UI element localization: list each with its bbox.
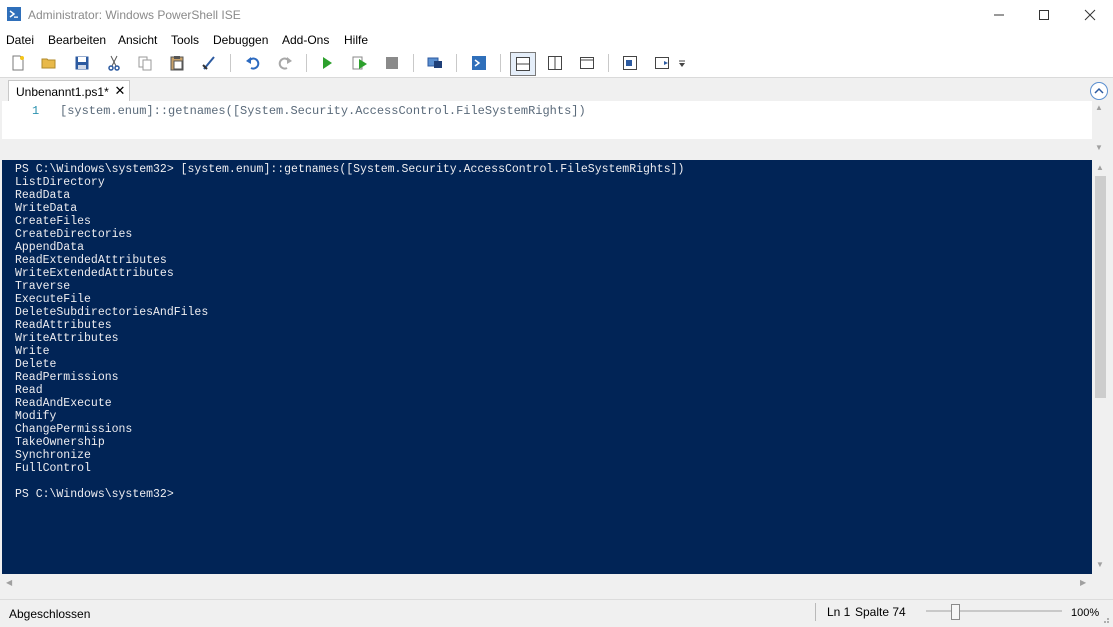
copy-icon [138,56,152,71]
status-separator [815,603,816,621]
menu-bar: Datei Bearbeiten Ansicht Tools Debuggen … [0,30,1113,49]
show-script-right-icon [548,56,562,70]
remote-powershell-button[interactable] [424,52,446,74]
show-script-right-button[interactable] [544,52,566,74]
tab-unbenannt1[interactable]: Unbenannt1.ps1* ✕ [8,80,130,102]
cut-icon [108,55,120,71]
paste-button[interactable] [166,52,188,74]
editor-scrollbar[interactable]: ▲ ▼ [1092,101,1106,155]
script-code-line[interactable]: [system.enum]::getnames([System.Security… [60,104,586,118]
copy-button[interactable] [134,52,156,74]
chevron-up-icon [1094,87,1104,94]
collapse-script-pane-button[interactable] [1090,82,1108,100]
zoom-level: 100% [1071,607,1100,619]
show-command-window-icon [623,56,637,70]
toolbar-separator [306,54,307,72]
toolbar [0,49,1113,78]
overflow-chevron-icon [679,60,685,67]
toolbar-separator [456,54,457,72]
scroll-down-icon[interactable]: ▼ [1096,560,1104,569]
minimize-button[interactable] [976,0,1022,30]
close-button[interactable] [1067,0,1113,30]
paste-icon [170,56,184,71]
minimize-icon [994,14,1004,16]
show-script-top-icon [516,57,530,71]
status-bar: Abgeschlossen Ln 1 Spalte 74 100% [0,599,1113,627]
show-command-addon-icon [655,57,669,69]
scroll-up-icon[interactable]: ▲ [1096,163,1104,172]
new-button[interactable] [7,52,29,74]
run-script-icon [323,57,332,69]
toolbar-separator [413,54,414,72]
toolbar-separator [608,54,609,72]
show-command-window-button[interactable] [619,52,641,74]
menu-tools[interactable]: Tools [171,33,199,47]
show-script-top-button[interactable] [510,52,536,76]
resize-grip-icon[interactable] [1100,614,1110,624]
toolbar-separator [230,54,231,72]
save-icon [75,56,89,70]
menu-add-ons[interactable]: Add-Ons [282,33,329,47]
undo-button[interactable] [242,52,264,74]
remote-powershell-icon [427,57,442,68]
toolbar-separator [500,54,501,72]
cut-button[interactable] [103,52,125,74]
new-file-icon [12,55,24,71]
menu-datei[interactable]: Datei [6,33,34,47]
run-script-button[interactable] [316,52,338,74]
maximize-icon [1039,10,1049,20]
undo-icon [246,57,260,70]
close-icon [1084,9,1096,21]
save-button[interactable] [71,52,93,74]
console-pane[interactable]: PS C:\Windows\system32> [system.enum]::g… [2,160,1092,574]
scroll-up-icon[interactable]: ▲ [1095,103,1103,112]
run-selection-icon [352,56,367,70]
powershell-console-icon [472,56,486,70]
powershell-ise-icon [7,7,21,21]
menu-ansicht[interactable]: Ansicht [118,33,157,47]
line-indicator: Ln 1 [827,605,851,619]
powershell-console-button[interactable] [468,52,490,74]
menu-hilfe[interactable]: Hilfe [344,33,368,47]
clear-console-icon [202,56,215,70]
show-script-maximized-icon [580,57,594,69]
scrollbar-thumb[interactable] [1095,176,1106,398]
zoom-slider-track[interactable] [926,610,1062,612]
editor-bottom-bar [2,139,1092,155]
stop-icon [386,57,398,69]
close-tab-icon[interactable]: ✕ [113,83,127,99]
window-title: Administrator: Windows PowerShell ISE [28,8,241,22]
maximize-button[interactable] [1021,0,1067,30]
open-folder-icon [41,58,56,69]
run-selection-button[interactable] [349,52,371,74]
title-bar: Administrator: Windows PowerShell ISE [0,0,1113,30]
column-indicator: Spalte 74 [855,605,906,619]
clear-console-button[interactable] [198,52,220,74]
stop-button[interactable] [381,52,403,74]
menu-bearbeiten[interactable]: Bearbeiten [48,33,106,47]
show-script-maximized-button[interactable] [576,52,598,74]
zoom-slider-thumb[interactable] [951,604,960,620]
scroll-down-icon[interactable]: ▼ [1095,143,1103,152]
toolbar-overflow-button[interactable] [676,52,688,74]
redo-button[interactable] [274,52,296,74]
console-vertical-scrollbar[interactable]: ▲ ▼ [1092,160,1109,574]
console-output[interactable]: PS C:\Windows\system32> [system.enum]::g… [15,163,684,501]
status-text: Abgeschlossen [9,607,91,621]
show-command-addon-button[interactable] [651,52,673,74]
console-horizontal-scrollbar[interactable]: ◀ ▶ [2,574,1092,591]
script-tab-bar [0,78,1113,101]
redo-icon [278,57,292,70]
scroll-left-icon[interactable]: ◀ [6,578,12,587]
menu-debuggen[interactable]: Debuggen [213,33,268,47]
open-button[interactable] [38,52,60,74]
scroll-right-icon[interactable]: ▶ [1080,578,1086,587]
tab-label: Unbenannt1.ps1* [16,85,109,99]
line-number: 1 [32,104,40,118]
